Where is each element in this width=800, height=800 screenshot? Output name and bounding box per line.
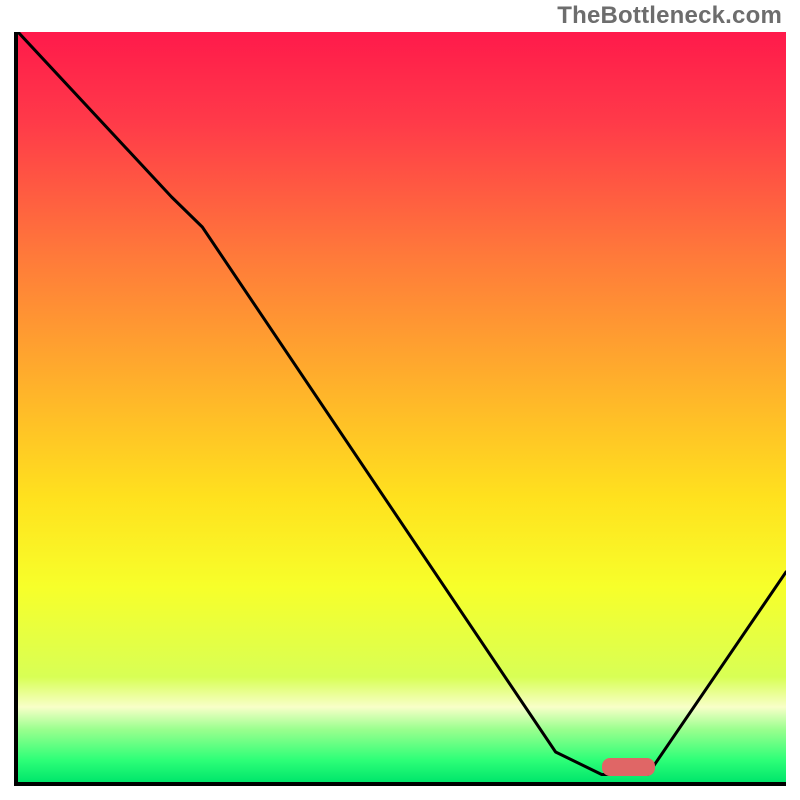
optimal-marker (602, 758, 656, 776)
bottleneck-curve (18, 32, 786, 782)
chart-root: TheBottleneck.com (0, 0, 800, 800)
plot-area (14, 32, 786, 786)
watermark-text: TheBottleneck.com (557, 2, 782, 30)
